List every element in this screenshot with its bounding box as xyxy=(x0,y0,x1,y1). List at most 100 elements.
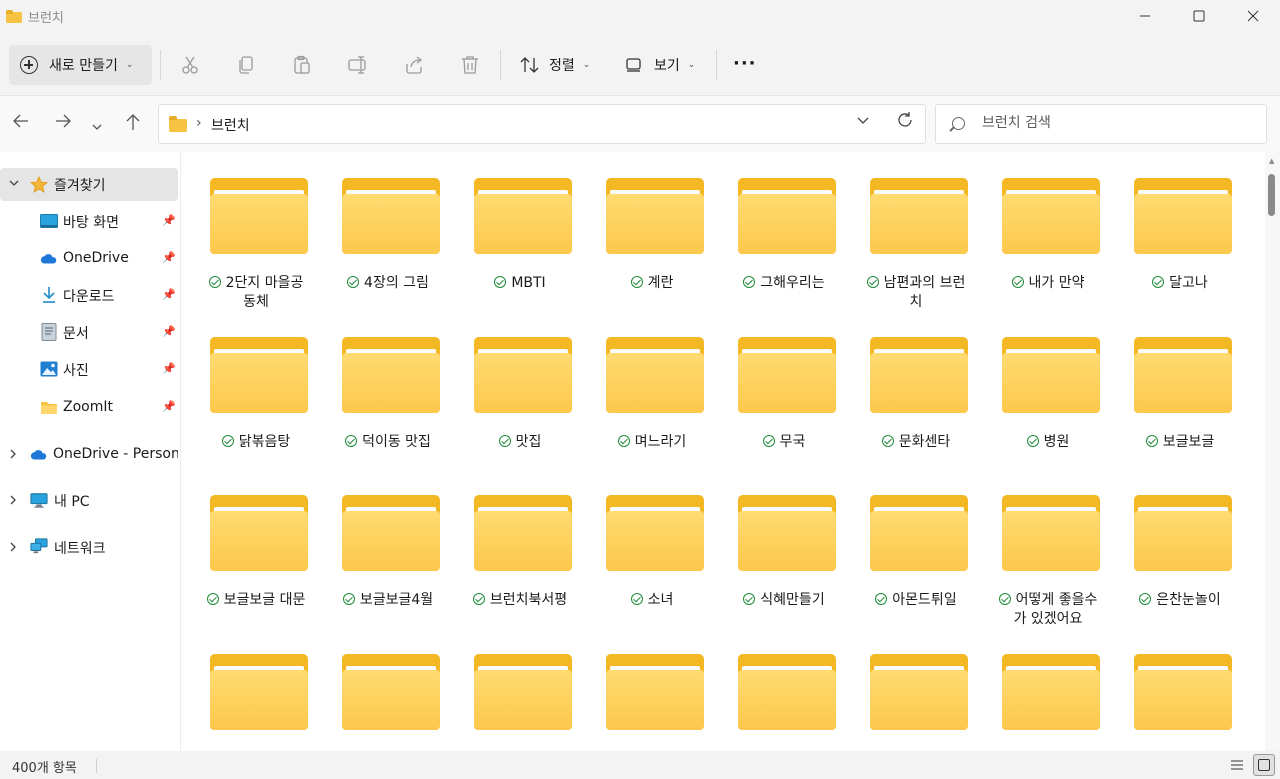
pin-icon[interactable]: 📌 xyxy=(162,362,176,375)
folder-item[interactable]: 무국 xyxy=(720,311,848,459)
pin-icon[interactable]: 📌 xyxy=(162,251,176,264)
sidebar-item-this-pc[interactable]: 내 PC xyxy=(0,484,178,517)
sort-label: 정렬 xyxy=(549,58,575,74)
address-dropdown-icon[interactable] xyxy=(856,114,870,130)
chevron-right-icon[interactable] xyxy=(9,542,17,555)
rename-icon[interactable] xyxy=(347,54,369,76)
recent-locations-chevron-icon[interactable] xyxy=(91,116,103,137)
folder-item[interactable]: 은찬동화 xyxy=(192,628,320,751)
search-box[interactable] xyxy=(935,104,1267,144)
folder-item[interactable]: 닭볶음탕 xyxy=(192,311,320,459)
folder-name: 무국 xyxy=(722,433,846,452)
forward-arrow-icon[interactable] xyxy=(54,113,72,134)
folder-item[interactable]: 어떻게 좋을수 가 있겠어요 xyxy=(984,469,1112,627)
folder-icon xyxy=(870,495,968,571)
folder-name-line: 무국 xyxy=(779,433,806,450)
pin-icon[interactable]: 📌 xyxy=(162,400,176,413)
copy-icon[interactable] xyxy=(235,54,257,76)
share-icon[interactable] xyxy=(403,54,425,76)
sidebar-item-network[interactable]: 네트워크 xyxy=(0,531,178,564)
folder-item[interactable]: 달고나 xyxy=(1116,152,1244,300)
sort-button[interactable]: 정렬 ⌄ xyxy=(520,52,590,78)
folder-item[interactable]: 보글보글4월 xyxy=(324,469,452,617)
folder-item[interactable]: 4장의 그림 xyxy=(324,152,452,300)
folder-icon xyxy=(1134,178,1232,254)
back-arrow-icon[interactable] xyxy=(12,113,30,134)
cloud-icon xyxy=(40,251,58,267)
folder-item[interactable]: 은찬사진 xyxy=(324,628,452,751)
folder-item[interactable]: 일중독 xyxy=(588,628,716,751)
folder-item[interactable]: 브런치북서평 xyxy=(456,469,584,617)
pin-icon[interactable]: 📌 xyxy=(162,214,176,227)
sync-status-check-icon xyxy=(498,434,511,447)
folder-item[interactable]: 아몬드튀일 xyxy=(852,469,980,617)
folder-item[interactable]: 식혜만들기 xyxy=(720,469,848,617)
sync-status-check-icon xyxy=(342,593,355,605)
pin-icon[interactable]: 📌 xyxy=(162,288,176,301)
folder-item[interactable]: 계란 xyxy=(588,152,716,300)
folder-item[interactable]: 병원 xyxy=(984,311,1112,459)
scroll-up-icon[interactable]: ▲ xyxy=(1269,157,1274,165)
vertical-scrollbar[interactable]: ▲ xyxy=(1265,152,1280,751)
folder-item[interactable]: 보글보글 대문 xyxy=(192,469,320,617)
folder-name: MBTI xyxy=(458,274,582,293)
sync-status-check-icon xyxy=(1145,434,1158,447)
chevron-right-icon[interactable] xyxy=(9,449,17,462)
folder-icon xyxy=(210,653,308,730)
folder-item[interactable]: 보글보글 xyxy=(1116,311,1244,459)
search-input[interactable] xyxy=(982,115,1252,131)
delete-icon[interactable] xyxy=(459,54,481,76)
download-icon xyxy=(40,287,58,303)
folder-name: 며느라기 xyxy=(590,433,714,452)
sidebar-item-favorites[interactable]: 즐겨찾기 xyxy=(0,168,178,201)
large-icons-view-icon xyxy=(1258,759,1270,771)
folder-item[interactable]: 맛집 xyxy=(456,311,584,459)
pin-icon[interactable]: 📌 xyxy=(162,325,176,338)
sidebar-item-onedrive[interactable]: OneDrive 📌 xyxy=(0,242,178,275)
scrollbar-thumb[interactable] xyxy=(1268,174,1275,216)
folder-item[interactable]: 덕이동 맛집 xyxy=(324,311,452,459)
folder-name: 계란 xyxy=(590,274,714,293)
details-view-button[interactable] xyxy=(1226,754,1248,776)
sidebar-item-documents[interactable]: 문서 📌 xyxy=(0,316,178,349)
large-icons-view-button[interactable] xyxy=(1253,754,1275,776)
folder-item[interactable]: 그해우리는 xyxy=(720,152,848,300)
sidebar-item-onedrive-personal[interactable]: OneDrive - Persona xyxy=(0,438,178,471)
view-button[interactable]: 보기 ⌄ xyxy=(626,52,695,78)
folder-item[interactable]: 집고치기행사 xyxy=(984,628,1112,751)
paste-icon[interactable] xyxy=(291,54,313,76)
folder-item[interactable]: 내가 만약 xyxy=(984,152,1112,300)
folder-item[interactable]: 음악 xyxy=(456,628,584,751)
folder-item[interactable]: 재미의 발견 xyxy=(720,628,848,751)
folder-icon xyxy=(738,495,836,571)
minimize-button[interactable] xyxy=(1118,0,1172,32)
more-options-button[interactable]: ··· xyxy=(733,53,757,74)
chevron-down-icon[interactable] xyxy=(9,177,19,190)
up-arrow-icon[interactable] xyxy=(125,113,141,136)
folder-item[interactable]: 튀일 xyxy=(1116,628,1244,751)
folder-item[interactable]: 은찬눈놀이 xyxy=(1116,469,1244,617)
folder-item[interactable]: 며느라기 xyxy=(588,311,716,459)
refresh-icon[interactable] xyxy=(896,111,914,134)
close-button[interactable] xyxy=(1226,0,1280,32)
breadcrumb-item[interactable]: 브런치 xyxy=(211,115,250,135)
folder-name: 덕이동 맛집 xyxy=(326,433,450,452)
sidebar-item-zoomit[interactable]: ZoomIt 📌 xyxy=(0,391,178,424)
folder-item[interactable]: 2단지 마을공 동체 xyxy=(192,152,320,310)
sidebar-item-label: 문서 xyxy=(63,326,89,342)
folder-name-line: 계란 xyxy=(647,275,674,291)
folder-item[interactable]: 남편과의 브런 치 xyxy=(852,152,980,310)
maximize-button[interactable] xyxy=(1172,0,1226,32)
cut-icon[interactable] xyxy=(179,54,201,76)
folder-item[interactable]: 지빠귀 xyxy=(852,628,980,751)
sidebar-item-pictures[interactable]: 사진 📌 xyxy=(0,353,178,386)
sidebar-item-downloads[interactable]: 다운로드 📌 xyxy=(0,279,178,312)
folder-item[interactable]: MBTI xyxy=(456,152,584,300)
chevron-right-icon[interactable] xyxy=(9,495,17,508)
new-button[interactable]: 새로 만들기 ⌄ xyxy=(9,45,152,85)
address-bar[interactable]: › 브런치 xyxy=(158,104,926,144)
folder-item[interactable]: 소녀 xyxy=(588,469,716,617)
sidebar-item-desktop[interactable]: 바탕 화면 📌 xyxy=(0,205,178,238)
folder-icon xyxy=(210,495,308,571)
folder-item[interactable]: 문화센타 xyxy=(852,311,980,459)
